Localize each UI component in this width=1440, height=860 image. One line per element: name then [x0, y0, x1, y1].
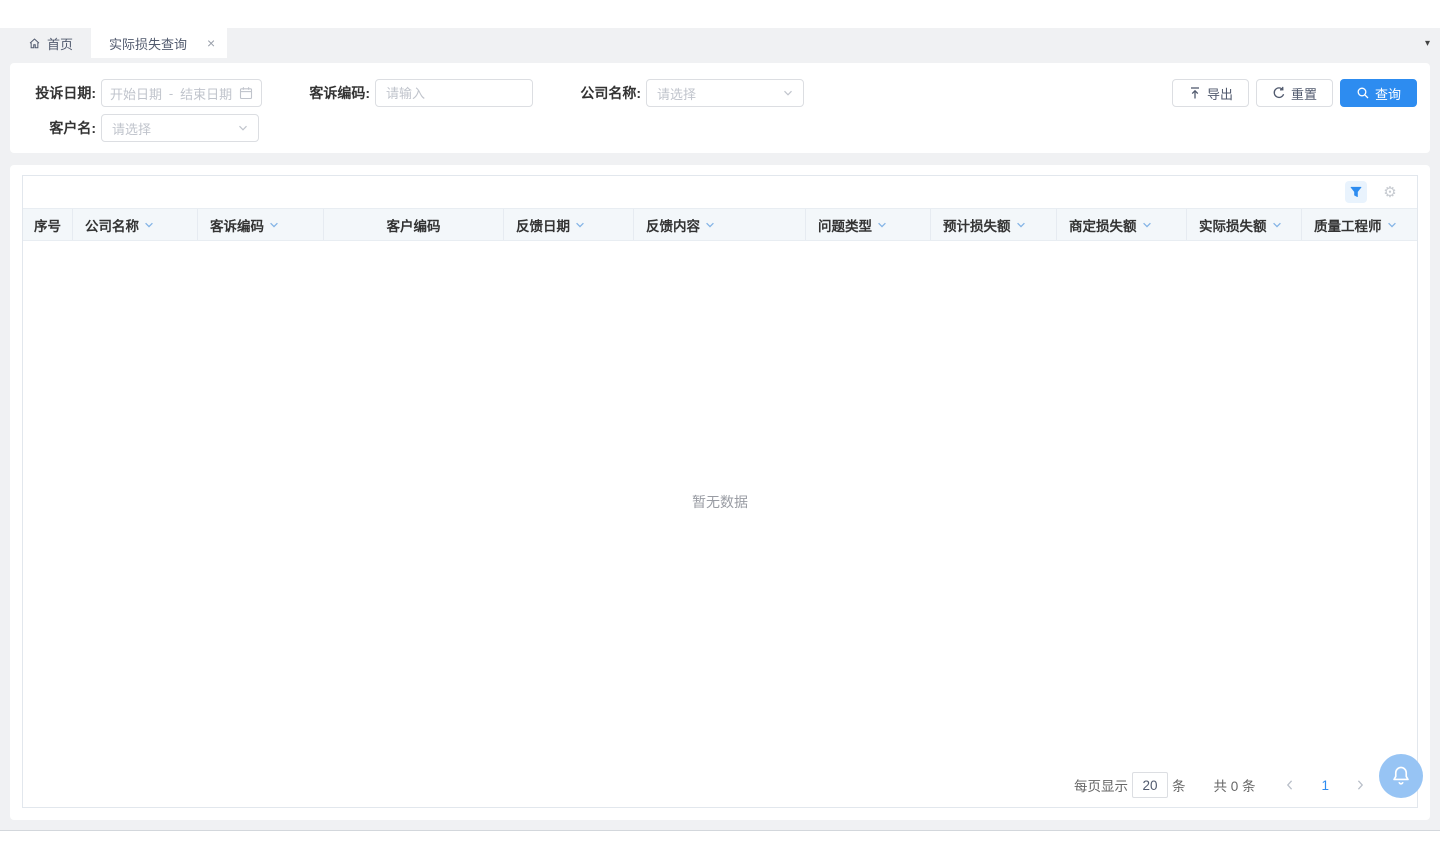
- per-page-input[interactable]: [1132, 772, 1168, 798]
- complaint-date-range-input[interactable]: 开始日期 - 结束日期: [101, 79, 262, 107]
- page-number[interactable]: 1: [1321, 778, 1329, 793]
- tab-bar: 首页 实际损失查询 × ▾: [0, 28, 1440, 58]
- chevron-down-icon: [236, 121, 250, 135]
- sort-caret-icon: [574, 219, 586, 231]
- column-header-agreed-loss[interactable]: 商定损失额: [1057, 209, 1187, 240]
- tab-actual-loss-query-label: 实际损失查询: [109, 34, 187, 53]
- sort-caret-icon: [704, 219, 716, 231]
- reset-button[interactable]: 重置: [1256, 79, 1333, 107]
- column-header-index: 序号: [23, 209, 73, 240]
- column-header-quality-engineer[interactable]: 质量工程师: [1302, 209, 1417, 240]
- company-name-label: 公司名称:: [573, 83, 641, 103]
- notification-bell-button[interactable]: [1379, 754, 1423, 798]
- filter-panel: 投诉日期: 开始日期 - 结束日期 客诉编码: 公司名称: 请选择: [10, 63, 1430, 153]
- filter-actions: 导出 重置 查询: [1172, 79, 1417, 107]
- customer-name-placeholder: 请选择: [112, 119, 151, 138]
- complaint-code-label: 客诉编码:: [302, 83, 370, 103]
- chevron-down-icon: [781, 86, 795, 100]
- bell-icon: [1389, 764, 1413, 788]
- export-button-label: 导出: [1207, 84, 1233, 103]
- filter-funnel-button[interactable]: [1345, 181, 1367, 203]
- results-panel: ⚙ 序号 公司名称 客诉编码 客户编码 反馈日: [10, 165, 1430, 820]
- funnel-icon: [1349, 185, 1363, 199]
- customer-name-select[interactable]: 请选择: [101, 114, 259, 142]
- sort-caret-icon: [1271, 219, 1283, 231]
- customer-name-label: 客户名:: [30, 118, 96, 138]
- sort-caret-icon: [1386, 219, 1398, 231]
- complaint-code-field: [375, 79, 533, 107]
- gear-icon: ⚙: [1383, 185, 1396, 200]
- column-header-complaint-code[interactable]: 客诉编码: [198, 209, 324, 240]
- sort-caret-icon: [143, 219, 155, 231]
- column-header-actual-loss[interactable]: 实际损失额: [1187, 209, 1302, 240]
- filter-row-2: 客户名: 请选择: [30, 114, 1417, 142]
- column-header-feedback-content[interactable]: 反馈内容: [634, 209, 806, 240]
- reset-button-label: 重置: [1291, 84, 1317, 103]
- start-date-placeholder: 开始日期: [110, 84, 162, 103]
- next-page-button[interactable]: [1353, 778, 1367, 792]
- sort-caret-icon: [1015, 219, 1027, 231]
- complaint-date-label: 投诉日期:: [30, 83, 96, 103]
- column-settings-button[interactable]: ⚙: [1379, 181, 1401, 203]
- total-count: 共 0 条: [1213, 775, 1255, 795]
- table-header-row: 序号 公司名称 客诉编码 客户编码 反馈日期 反馈内容: [23, 208, 1417, 241]
- company-name-placeholder: 请选择: [657, 84, 696, 103]
- tab-actual-loss-query[interactable]: 实际损失查询 ×: [91, 28, 227, 58]
- page-content: 投诉日期: 开始日期 - 结束日期 客诉编码: 公司名称: 请选择: [0, 58, 1440, 831]
- date-separator: -: [169, 86, 173, 101]
- search-button-label: 查询: [1375, 84, 1401, 103]
- home-icon: [28, 37, 41, 50]
- tab-overflow-caret-icon[interactable]: ▾: [1425, 28, 1430, 58]
- sort-caret-icon: [876, 219, 888, 231]
- results-table: ⚙ 序号 公司名称 客诉编码 客户编码 反馈日: [22, 175, 1418, 808]
- pagination-bar: 每页显示 条 共 0 条 1: [23, 763, 1417, 807]
- calendar-icon: [239, 86, 253, 100]
- sort-caret-icon: [1141, 219, 1153, 231]
- table-toolbar: ⚙: [23, 176, 1417, 208]
- export-button[interactable]: 导出: [1172, 79, 1249, 107]
- company-name-select[interactable]: 请选择: [646, 79, 804, 107]
- column-header-problem-type[interactable]: 问题类型: [806, 209, 931, 240]
- refresh-icon: [1272, 86, 1286, 100]
- search-button[interactable]: 查询: [1340, 79, 1417, 107]
- chevron-right-icon: [1353, 778, 1367, 792]
- tab-close-icon[interactable]: ×: [207, 36, 215, 50]
- export-icon: [1188, 86, 1202, 100]
- complaint-code-input[interactable]: [376, 80, 532, 106]
- prev-page-button[interactable]: [1283, 778, 1297, 792]
- empty-state-text: 暂无数据: [692, 492, 748, 512]
- chevron-left-icon: [1283, 778, 1297, 792]
- tab-home[interactable]: 首页: [10, 28, 91, 58]
- column-header-company-name[interactable]: 公司名称: [73, 209, 198, 240]
- search-icon: [1356, 86, 1370, 100]
- per-page-prefix: 每页显示: [1074, 775, 1128, 795]
- column-header-feedback-date[interactable]: 反馈日期: [504, 209, 634, 240]
- table-empty-state: 暂无数据: [23, 241, 1417, 763]
- end-date-placeholder: 结束日期: [180, 84, 232, 103]
- column-header-customer-code: 客户编码: [324, 209, 504, 240]
- browser-top-strip: [0, 0, 1440, 28]
- sort-caret-icon: [268, 219, 280, 231]
- per-page-suffix: 条: [1172, 775, 1186, 795]
- column-header-estimated-loss[interactable]: 预计损失额: [931, 209, 1057, 240]
- tab-home-label: 首页: [47, 34, 73, 53]
- filter-row-1: 投诉日期: 开始日期 - 结束日期 客诉编码: 公司名称: 请选择: [30, 79, 1417, 107]
